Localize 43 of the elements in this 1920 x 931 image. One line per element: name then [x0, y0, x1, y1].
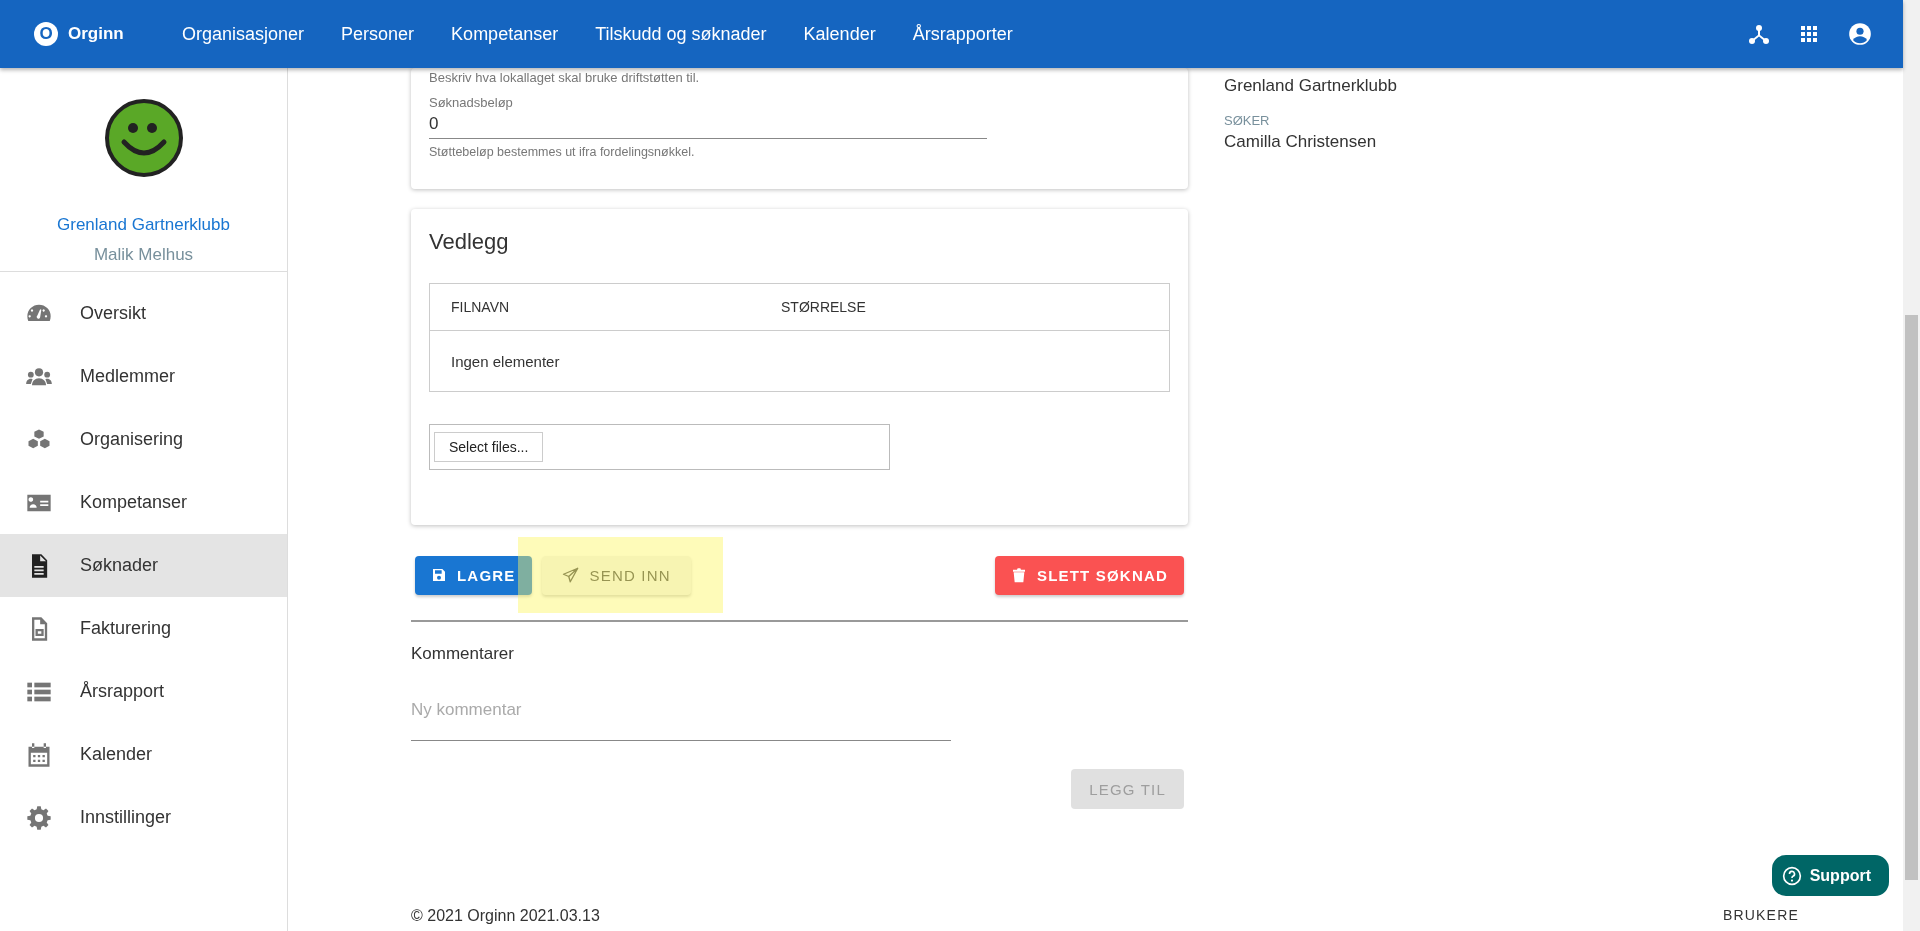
scrollbar[interactable]	[1903, 0, 1920, 931]
column-header[interactable]: STØRRELSE	[781, 299, 1111, 315]
info-value: Grenland Gartnerklubb	[1224, 76, 1398, 96]
amount-field[interactable]: Søknadsbeløp 0	[429, 95, 987, 139]
copyright-text: © 2021 Orginn 2021.03.13	[411, 907, 601, 925]
nav-link[interactable]: Tilskudd og søknader	[595, 23, 767, 45]
user-name: Malik Melhus	[93, 245, 194, 265]
network-icon[interactable]	[1747, 22, 1771, 46]
organization-link[interactable]: Grenland Gartnerklubb	[57, 215, 230, 235]
helper-text: Støttebeløp bestemmes ut ifra fordelingsnøkkel.	[429, 145, 696, 159]
support-button[interactable]: Support	[1771, 855, 1889, 896]
sidebar-item[interactable]: Oversikt	[0, 282, 287, 345]
sidebar-item[interactable]: Fakturering	[0, 597, 287, 660]
save-button[interactable]: LAGRE	[415, 555, 532, 595]
logo-icon[interactable]: O	[34, 22, 58, 46]
help-icon	[1781, 865, 1802, 886]
settings-icon	[25, 803, 53, 832]
sidebar-item[interactable]: Organisering	[0, 408, 287, 471]
info-label: SØKER	[1224, 113, 1271, 128]
sidebar-item[interactable]: Medlemmer	[0, 345, 287, 408]
column-header[interactable]: FILNAVN	[451, 299, 781, 315]
sidebar-item[interactable]: Årsrapport	[0, 660, 287, 723]
nav-link[interactable]: Kalender	[803, 23, 876, 45]
select-files-button[interactable]: Select files...	[434, 432, 544, 462]
comments-heading: Kommentarer	[411, 644, 515, 664]
sidebar-item[interactable]: Innstillinger	[0, 786, 287, 849]
nav-link[interactable]: Kompetanser	[451, 23, 559, 45]
footer-link[interactable]: BRUKERE	[1722, 907, 1799, 923]
save-icon	[431, 567, 447, 583]
sidebar-item[interactable]: Kalender	[0, 723, 287, 786]
sidebar-item[interactable]: Søknader	[0, 534, 287, 597]
account-icon[interactable]	[1847, 21, 1873, 47]
card-title: Vedlegg	[429, 229, 510, 255]
empty-message: Ingen elementer	[451, 352, 560, 370]
trash-icon	[1010, 566, 1027, 584]
brand-name[interactable]: Orginn	[68, 24, 124, 44]
hint-text: Beskriv hva lokallaget skal bruke driftstøtten til.	[429, 70, 701, 85]
paper-plane-icon	[561, 566, 580, 584]
sidebar-item[interactable]: Kompetanser	[0, 471, 287, 534]
nav-link[interactable]: Personer	[341, 23, 415, 45]
nav-link[interactable]: Organisasjoner	[182, 23, 305, 45]
info-value: Camilla Christensen	[1224, 132, 1378, 152]
nav-link[interactable]: Årsrapporter	[912, 23, 1013, 45]
